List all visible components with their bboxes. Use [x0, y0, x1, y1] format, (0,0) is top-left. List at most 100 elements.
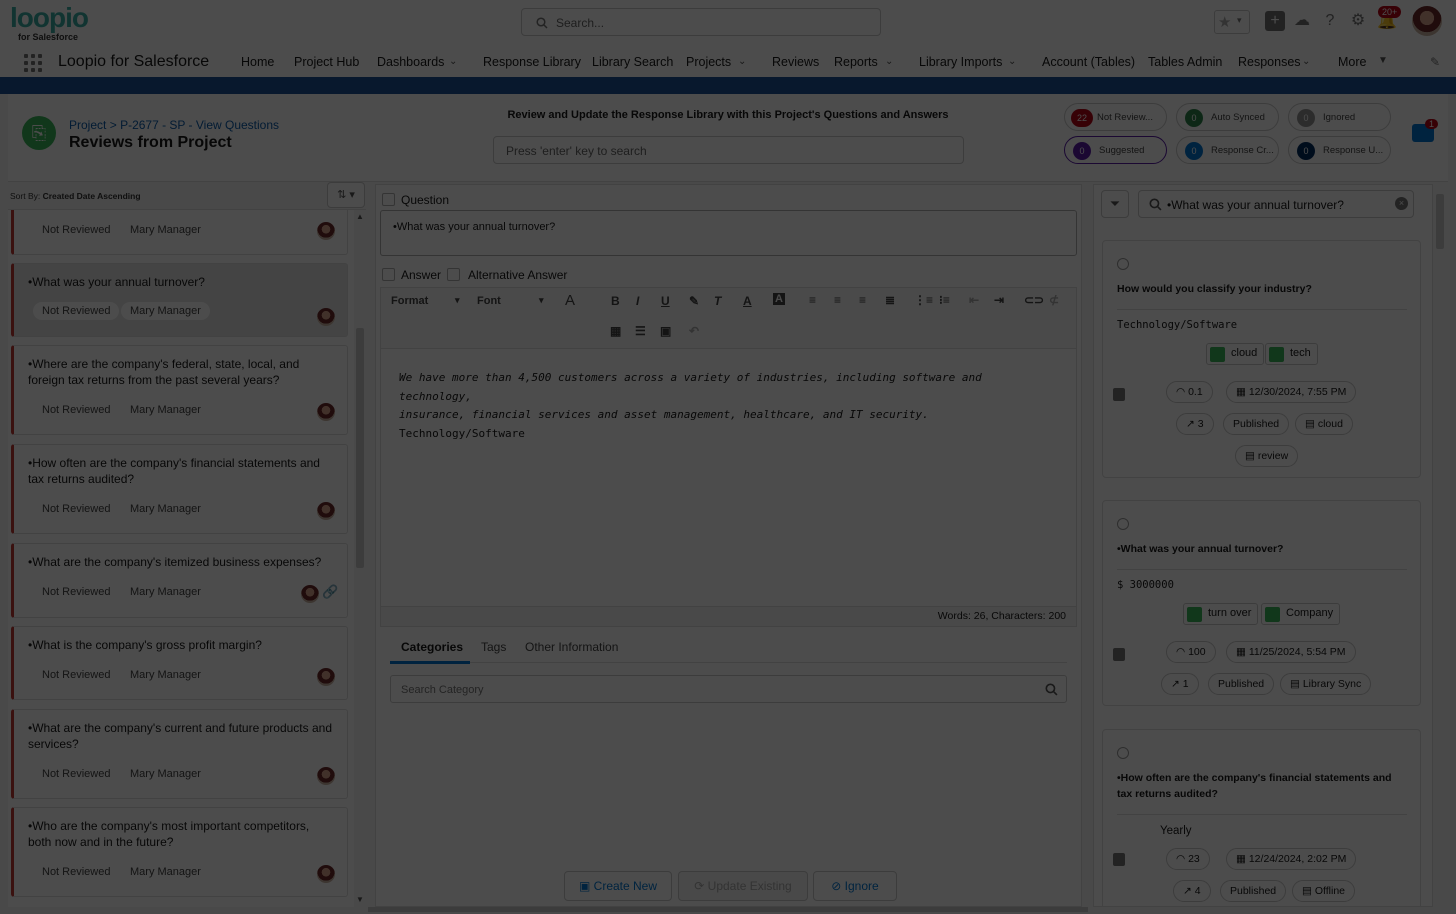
scroll-down-icon[interactable]: ▼ [356, 895, 364, 904]
chevron-down-icon[interactable]: ⌄ [449, 56, 457, 67]
chevron-down-icon[interactable]: ⌄ [738, 56, 746, 67]
nav-item-reviews[interactable]: Reviews [772, 55, 819, 69]
loopio-logo[interactable]: loopio for Salesforce [10, 4, 100, 43]
image-icon[interactable]: ▣ [660, 324, 671, 338]
breadcrumb-project-name[interactable]: P-2677 - SP - View Questions [120, 118, 279, 132]
nav-item-tables-admin[interactable]: Tables Admin [1148, 55, 1222, 69]
format-dropdown[interactable]: Format [391, 295, 428, 307]
question-card[interactable]: •Where are the company's federal, state,… [11, 345, 348, 435]
clear-search-icon[interactable]: × [1395, 197, 1408, 210]
category-search-input[interactable]: Search Category [390, 675, 1067, 703]
format-painter-icon[interactable]: ✎ [689, 294, 699, 308]
nav-item-reports[interactable]: Reports [834, 55, 878, 69]
cloud-icon[interactable]: ☁ [1291, 10, 1313, 32]
scrollbar-thumb[interactable] [1436, 194, 1444, 249]
favorites-button[interactable]: ★ ▾ [1214, 10, 1250, 34]
library-result-card[interactable]: How would you classify your industry? Te… [1102, 240, 1421, 478]
project-search-input[interactable]: Press 'enter' key to search [493, 136, 964, 164]
tab-other-information[interactable]: Other Information [525, 640, 618, 654]
add-icon[interactable]: + [1265, 11, 1285, 31]
filter-pill-not-reviewed[interactable]: 22 Not Review... [1064, 103, 1167, 131]
chevron-down-icon[interactable]: ⌄ [1008, 56, 1016, 67]
link-icon[interactable]: ⊂⊃ [1024, 293, 1044, 307]
question-card[interactable]: •How often are the company's financial s… [11, 444, 348, 534]
edit-nav-icon[interactable]: ✎ [1430, 55, 1440, 69]
scrollbar-thumb[interactable] [356, 328, 364, 568]
select-radio[interactable] [1117, 518, 1129, 530]
nav-item-dashboards[interactable]: Dashboards [377, 55, 444, 69]
question-list-scrollbar[interactable]: ▲ ▼ [354, 210, 366, 907]
horizontal-scrollbar[interactable] [368, 907, 1088, 912]
text-color-icon[interactable]: A [743, 294, 752, 308]
italic-icon[interactable]: I [636, 294, 639, 308]
alternative-answer-checkbox[interactable] [447, 268, 460, 281]
align-center-icon[interactable]: ≡ [834, 293, 841, 307]
underline-icon[interactable]: U [661, 294, 670, 308]
filter-pill-response-created[interactable]: 0 Response Cr... [1176, 136, 1279, 164]
outdent-icon[interactable]: ⇤ [969, 293, 979, 307]
app-launcher-icon[interactable] [24, 54, 42, 72]
indent-icon[interactable]: ⇥ [994, 293, 1004, 307]
question-textarea[interactable]: •What was your annual turnover? [380, 210, 1077, 256]
nav-item-more[interactable]: More [1338, 55, 1366, 69]
clipboard-icon[interactable] [1113, 648, 1125, 661]
library-result-card[interactable]: •What was your annual turnover? $ 300000… [1102, 500, 1421, 706]
nav-item-project-hub[interactable]: Project Hub [294, 55, 359, 69]
nav-item-account-tables[interactable]: Account (Tables) [1042, 55, 1135, 69]
breadcrumb-project-link[interactable]: Project [69, 118, 106, 132]
filter-button[interactable]: ⏷ [1101, 190, 1129, 218]
nav-item-library-search[interactable]: Library Search [592, 55, 673, 69]
answer-editor[interactable]: We have more than 4,500 customers across… [380, 349, 1077, 607]
chevron-down-icon[interactable]: ⌄ [885, 56, 893, 67]
question-card[interactable]: •What are the company's current and futu… [11, 709, 348, 799]
ignore-button[interactable]: ⊘ Ignore [813, 871, 897, 901]
table-icon[interactable]: ▦ [610, 324, 621, 338]
undo-icon[interactable]: ↶ [689, 324, 699, 338]
answer-checkbox[interactable] [382, 268, 395, 281]
filter-pill-suggested[interactable]: 0 Suggested [1064, 136, 1167, 164]
create-new-button[interactable]: ▣ Create New [564, 871, 672, 901]
tab-categories[interactable]: Categories [401, 640, 463, 654]
scroll-up-icon[interactable]: ▲ [356, 212, 364, 221]
gear-icon[interactable]: ⚙ [1347, 10, 1369, 32]
clear-formatting-icon[interactable]: T [714, 294, 721, 308]
justify-icon[interactable]: ≣ [885, 293, 895, 307]
numbered-list-icon[interactable]: ⋮≡ [914, 293, 933, 307]
filter-pill-auto-synced[interactable]: 0 Auto Synced [1176, 103, 1279, 131]
chevron-down-icon[interactable]: ⌄ [1302, 56, 1310, 67]
font-dropdown[interactable]: Font [477, 295, 501, 307]
question-card[interactable]: •What are the company's itemized busines… [11, 543, 348, 618]
global-search-input[interactable]: Search... [521, 8, 881, 36]
question-card-selected[interactable]: •What was your annual turnover? Not Revi… [11, 263, 348, 337]
clipboard-icon[interactable] [1113, 853, 1125, 866]
nav-item-library-imports[interactable]: Library Imports [919, 55, 1002, 69]
nav-item-home[interactable]: Home [241, 55, 274, 69]
library-search-input[interactable]: •What was your annual turnover? × [1138, 190, 1414, 218]
library-result-card[interactable]: •How often are the company's financial s… [1102, 729, 1421, 906]
tab-tags[interactable]: Tags [481, 640, 506, 654]
caret-down-icon[interactable]: ▼ [1378, 55, 1388, 66]
attachment-icon[interactable]: 🔗 [322, 584, 338, 600]
question-checkbox[interactable] [382, 193, 395, 206]
filter-pill-response-updated[interactable]: 0 Response U... [1288, 136, 1391, 164]
results-scrollbar[interactable] [1433, 184, 1447, 907]
question-card[interactable]: •Who are the company's most important co… [11, 807, 348, 897]
sort-button[interactable]: ⇅ ▾ [327, 182, 365, 208]
align-right-icon[interactable]: ≡ [859, 293, 866, 307]
align-left-icon[interactable]: ≡ [809, 293, 816, 307]
unlink-icon[interactable]: ⊄ [1049, 293, 1059, 307]
nav-item-response-library[interactable]: Response Library [483, 55, 581, 69]
update-existing-button[interactable]: ⟳ Update Existing [678, 871, 808, 901]
font-size-icon[interactable]: A [565, 292, 575, 309]
filter-pill-ignored[interactable]: 0 Ignored [1288, 103, 1391, 131]
select-radio[interactable] [1117, 747, 1129, 759]
question-card[interactable]: Not Reviewed Mary Manager [11, 210, 348, 255]
question-card[interactable]: •What is the company's gross profit marg… [11, 626, 348, 700]
nav-item-responses[interactable]: Responses [1238, 55, 1301, 69]
background-color-icon[interactable]: A [773, 293, 785, 305]
bulleted-list-icon[interactable]: ⁝≡ [939, 293, 950, 307]
horizontal-rule-icon[interactable]: ☰ [635, 324, 646, 338]
nav-item-projects[interactable]: Projects [686, 55, 731, 69]
select-radio[interactable] [1117, 258, 1129, 270]
bold-icon[interactable]: B [611, 294, 620, 308]
